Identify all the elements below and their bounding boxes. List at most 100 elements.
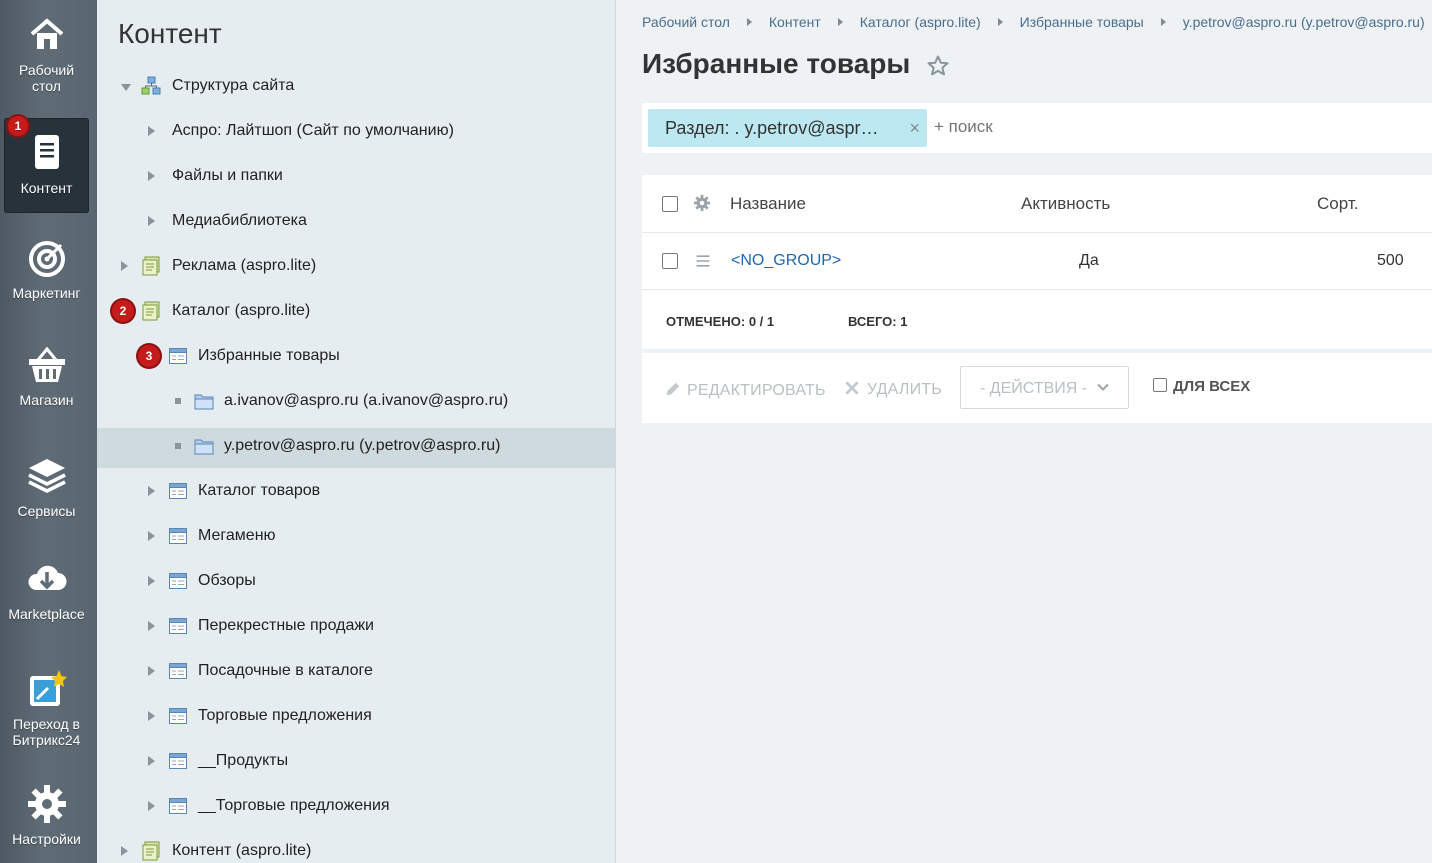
tree-node-site-structure[interactable]: Структура сайта — [97, 68, 615, 108]
rail-item-services[interactable]: Сервисы — [4, 455, 89, 525]
rail-item-bitrix24[interactable]: Переход в Битрикс24 — [4, 668, 89, 753]
rail-label: Маркетинг — [12, 285, 81, 301]
filter-chip-label: Раздел: . y.petrov@aspr… — [665, 118, 879, 138]
tree-node-medialib[interactable]: Медиабиблиотека — [97, 203, 615, 243]
breadcrumb-item-catalog[interactable]: Каталог (aspro.lite) — [860, 14, 981, 30]
rail-item-marketplace[interactable]: Marketplace — [4, 558, 89, 628]
expand-arrow-icon[interactable] — [148, 666, 155, 676]
gear-icon[interactable] — [693, 194, 711, 212]
group-actions-bar: РЕДАКТИРОВАТЬ УДАЛИТЬ - ДЕЙСТВИЯ - ДЛЯ В… — [642, 353, 1432, 423]
expand-arrow-icon[interactable] — [148, 801, 155, 811]
tree-node-reviews[interactable]: Обзоры — [97, 563, 615, 603]
expand-arrow-icon[interactable] — [148, 621, 155, 631]
select-all-checkbox[interactable] — [662, 196, 678, 212]
expand-arrow-icon[interactable] — [121, 84, 131, 91]
tree-node-label: Перекрестные продажи — [198, 617, 374, 634]
breadcrumb-item-favorites[interactable]: Избранные товары — [1020, 14, 1144, 30]
rail-label: Переход в Битрикс24 — [12, 716, 81, 748]
tree-node-megamenu[interactable]: Мегаменю — [97, 518, 615, 558]
tree-node-cross-sales[interactable]: Перекрестные продажи — [97, 608, 615, 648]
tree-node-ivanov[interactable]: a.ivanov@aspro.ru (a.ivanov@aspro.ru) — [97, 383, 615, 423]
selected-value: 0 / 1 — [748, 314, 775, 329]
tree-node-petrov[interactable]: y.petrov@aspro.ru (y.petrov@aspro.ru) — [97, 428, 615, 468]
expand-arrow-icon[interactable] — [121, 261, 128, 271]
for-all-checkbox[interactable] — [1153, 378, 1167, 392]
expand-arrow-icon[interactable] — [148, 711, 155, 721]
tree-node-label: Каталог (aspro.lite) — [172, 302, 311, 319]
for-all-label: ДЛЯ ВСЕХ — [1173, 378, 1251, 395]
tree-node-favorites[interactable]: 3 Избранные товары — [97, 338, 615, 378]
grid-footer: ОТМЕЧЕНО: 0 / 1 ВСЕГО: 1 — [642, 290, 1432, 349]
table-row[interactable]: <NO_GROUP> Да 500 — [642, 233, 1432, 290]
breadcrumb-item-content[interactable]: Контент — [769, 14, 821, 30]
step-badge: 3 — [138, 345, 160, 367]
expand-arrow-icon[interactable] — [121, 846, 128, 856]
edit-button[interactable]: РЕДАКТИРОВАТЬ — [664, 380, 826, 400]
document-icon — [34, 135, 59, 169]
grid-header-row: Название Активность Сорт. — [642, 175, 1432, 233]
tree-node-site[interactable]: Аспро: Лайтшоп (Сайт по умолчанию) — [97, 113, 615, 153]
breadcrumb-item-current[interactable]: y.petrov@aspro.ru (y.petrov@aspro.ru) — [1183, 14, 1425, 30]
tree-node-goods-catalog[interactable]: Каталог товаров — [97, 473, 615, 513]
step-badge: 2 — [112, 300, 134, 322]
expand-arrow-icon[interactable] — [148, 486, 155, 496]
rail-item-content[interactable]: Контент 1 — [4, 116, 89, 213]
delete-x-icon — [845, 381, 859, 395]
column-header-sort[interactable]: Сорт. — [1317, 194, 1358, 214]
column-header-name[interactable]: Название — [730, 194, 806, 214]
tree-node-old-offers[interactable]: __Торговые предложения — [97, 788, 615, 828]
breadcrumb: Рабочий стол Контент Каталог (aspro.lite) И… — [642, 14, 1425, 30]
breadcrumb-item-desktop[interactable]: Рабочий стол — [642, 14, 730, 30]
search-input[interactable] — [934, 117, 1234, 137]
tree-node-label: Реклама (aspro.lite) — [172, 257, 317, 274]
rail-item-marketing[interactable]: Маркетинг — [4, 237, 89, 307]
delete-button[interactable]: УДАЛИТЬ — [844, 380, 942, 399]
tree-node-content-lite[interactable]: Контент (aspro.lite) — [97, 833, 615, 863]
tree-node-files[interactable]: Файлы и папки — [97, 158, 615, 198]
rail-label: Контент — [20, 180, 73, 196]
row-checkbox[interactable] — [662, 253, 678, 269]
expand-arrow-icon[interactable] — [148, 531, 155, 541]
tree-title: Контент — [118, 18, 222, 49]
iblock-type-icon — [142, 841, 160, 861]
row-menu-icon[interactable] — [693, 253, 713, 269]
rail-item-desktop[interactable]: Рабочий стол — [4, 14, 89, 102]
row-name-link[interactable]: <NO_GROUP> — [731, 252, 841, 270]
sitemap-icon — [141, 76, 161, 95]
expand-arrow-icon[interactable] — [148, 126, 155, 136]
leaf-bullet — [175, 398, 181, 404]
breadcrumb-separator-icon — [997, 18, 1003, 26]
actions-select[interactable]: - ДЕЙСТВИЯ - — [960, 366, 1129, 409]
tree-node-products[interactable]: __Продукты — [97, 743, 615, 783]
iblock-icon — [169, 483, 187, 499]
iblock-type-icon — [142, 301, 160, 321]
leaf-bullet — [175, 443, 181, 449]
expand-arrow-icon[interactable] — [148, 216, 155, 226]
tree-node-label: a.ivanov@aspro.ru (a.ivanov@aspro.ru) — [224, 392, 509, 409]
tree-node-catalog[interactable]: 2 Каталог (aspro.lite) — [97, 293, 615, 333]
tree-node-ads[interactable]: Реклама (aspro.lite) — [97, 248, 615, 288]
tree-node-label: Контент (aspro.lite) — [172, 842, 312, 859]
tree-node-label: Каталог товаров — [198, 482, 321, 499]
rail-item-shop[interactable]: Магазин — [4, 344, 89, 414]
rail-label: Marketplace — [8, 606, 85, 622]
filter-chip-section[interactable]: Раздел: . y.petrov@aspr… × — [648, 109, 927, 147]
delete-button-label: УДАЛИТЬ — [867, 381, 942, 398]
expand-arrow-icon[interactable] — [148, 756, 155, 766]
tree-node-label: Избранные товары — [198, 347, 340, 364]
favorite-star-icon[interactable] — [926, 54, 950, 78]
close-icon[interactable]: × — [909, 118, 920, 139]
tree-node-landings[interactable]: Посадочные в каталоге — [97, 653, 615, 693]
column-header-active[interactable]: Активность — [1021, 194, 1110, 214]
expand-arrow-icon[interactable] — [148, 171, 155, 181]
rail-label: Сервисы — [17, 503, 76, 519]
tree-node-label: Структура сайта — [172, 77, 295, 94]
tree-node-offers[interactable]: Торговые предложения — [97, 698, 615, 738]
cloud-download-icon — [27, 565, 66, 590]
rail-item-settings[interactable]: Настройки — [4, 783, 89, 853]
iblock-icon — [169, 528, 187, 544]
selected-count: ОТМЕЧЕНО: 0 / 1 — [666, 314, 774, 329]
expand-arrow-icon[interactable] — [148, 576, 155, 586]
actions-select-value: - ДЕЙСТВИЯ - — [980, 380, 1088, 397]
for-all-option[interactable]: ДЛЯ ВСЕХ — [1153, 378, 1250, 396]
